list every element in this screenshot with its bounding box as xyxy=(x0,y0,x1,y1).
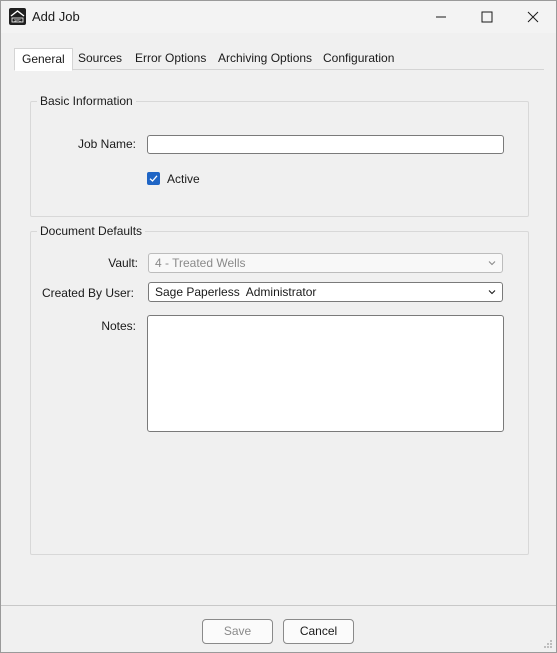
chevron-down-icon xyxy=(488,290,496,295)
svg-text:SPC: SPC xyxy=(14,18,21,22)
active-label: Active xyxy=(167,172,200,186)
document-defaults-heading: Document Defaults xyxy=(37,224,146,238)
tab-error-options[interactable]: Error Options xyxy=(128,48,213,69)
active-checkbox[interactable] xyxy=(147,172,160,185)
vault-label: Vault: xyxy=(108,256,138,270)
created-by-user-label: Created By User: xyxy=(41,286,134,300)
basic-information-heading: Basic Information xyxy=(37,94,136,108)
save-button[interactable]: Save xyxy=(202,619,273,644)
job-name-input[interactable] xyxy=(147,135,504,154)
add-job-window: SPC Add Job General Sources Error Option… xyxy=(0,0,557,653)
vault-value: 4 - Treated Wells xyxy=(155,256,246,270)
vault-select: 4 - Treated Wells xyxy=(148,253,503,273)
notes-textarea[interactable] xyxy=(147,315,504,432)
checkmark-icon xyxy=(149,175,158,182)
tab-strip: General Sources Error Options Archiving … xyxy=(14,48,544,71)
tab-general[interactable]: General xyxy=(14,48,73,71)
maximize-button[interactable] xyxy=(464,1,510,32)
notes-label: Notes: xyxy=(101,319,136,333)
close-icon xyxy=(527,11,539,22)
tab-archiving-options[interactable]: Archiving Options xyxy=(211,48,319,69)
app-logo-icon: SPC xyxy=(9,8,26,25)
close-button[interactable] xyxy=(510,1,556,32)
created-by-user-value: Sage Paperless Administrator xyxy=(155,285,317,299)
tab-configuration[interactable]: Configuration xyxy=(316,48,401,69)
created-by-user-select[interactable]: Sage Paperless Administrator xyxy=(148,282,503,302)
chevron-down-icon xyxy=(488,261,496,266)
tab-sources[interactable]: Sources xyxy=(71,48,129,69)
minimize-button[interactable] xyxy=(418,1,464,32)
resize-grip-icon[interactable] xyxy=(543,639,553,649)
maximize-icon xyxy=(481,11,493,22)
minimize-icon xyxy=(436,16,446,17)
basic-information-group: Basic Information xyxy=(30,94,529,217)
title-bar[interactable]: SPC Add Job xyxy=(1,1,556,33)
footer-divider xyxy=(1,605,556,606)
window-title: Add Job xyxy=(32,9,80,24)
job-name-label: Job Name: xyxy=(77,137,136,151)
cancel-button[interactable]: Cancel xyxy=(283,619,354,644)
